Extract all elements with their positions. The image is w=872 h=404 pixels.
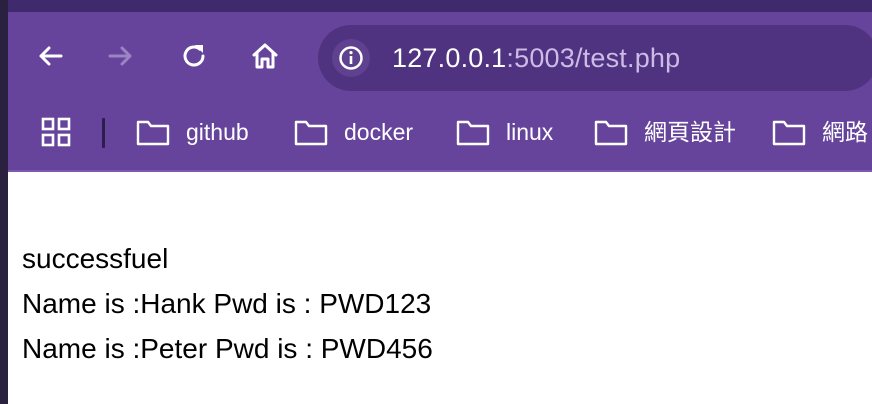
bookmark-docker[interactable]: docker bbox=[294, 116, 413, 148]
apps-grid-icon bbox=[41, 117, 71, 147]
result-line: Name is :Hank Pwd is : PWD123 bbox=[22, 288, 432, 319]
url-host: 127.0.0.1 bbox=[392, 43, 507, 73]
bookmark-web-design[interactable]: 網頁設計 bbox=[594, 116, 736, 148]
reload-button[interactable] bbox=[174, 36, 214, 76]
bookmark-linux[interactable]: linux bbox=[456, 116, 553, 148]
bookmarks-separator bbox=[102, 118, 105, 148]
arrow-left-icon bbox=[39, 46, 63, 66]
folder-icon bbox=[456, 120, 490, 146]
site-info-button[interactable] bbox=[332, 39, 370, 77]
bookmarks-bar: github docker linux 網頁設計 網路 bbox=[8, 104, 872, 160]
folder-icon bbox=[136, 120, 170, 146]
page-content: successfuel Name is :Hank Pwd is : PWD12… bbox=[22, 236, 433, 371]
home-icon bbox=[252, 43, 278, 69]
url-text[interactable]: 127.0.0.1:5003/test.php bbox=[392, 43, 680, 73]
status-text: successfuel bbox=[22, 243, 169, 274]
forward-button[interactable] bbox=[101, 36, 141, 76]
reload-icon bbox=[183, 45, 205, 67]
bookmark-label: linux bbox=[506, 119, 554, 145]
arrow-right-icon bbox=[108, 46, 132, 66]
result-line: Name is :Peter Pwd is : PWD456 bbox=[22, 333, 433, 364]
bookmark-label: github bbox=[186, 119, 249, 145]
back-button[interactable] bbox=[30, 36, 70, 76]
bookmark-label: 網頁設計 bbox=[644, 119, 736, 145]
bookmark-network[interactable]: 網路 bbox=[772, 116, 868, 148]
bookmark-label: docker bbox=[344, 119, 414, 145]
apps-button[interactable] bbox=[40, 116, 72, 148]
browser-window: 127.0.0.1:5003/test.php github docker li… bbox=[8, 0, 872, 404]
info-icon bbox=[339, 46, 363, 70]
address-bar[interactable]: 127.0.0.1:5003/test.php bbox=[318, 25, 872, 91]
bookmark-github[interactable]: github bbox=[136, 116, 249, 148]
url-path: :5003/test.php bbox=[506, 43, 681, 73]
folder-icon bbox=[594, 120, 628, 146]
browser-toolbar: 127.0.0.1:5003/test.php github docker li… bbox=[8, 12, 872, 172]
home-button[interactable] bbox=[245, 36, 285, 76]
folder-icon bbox=[294, 120, 328, 146]
tab-strip bbox=[8, 0, 872, 12]
folder-icon bbox=[772, 120, 806, 146]
bookmark-label: 網路 bbox=[822, 119, 868, 145]
